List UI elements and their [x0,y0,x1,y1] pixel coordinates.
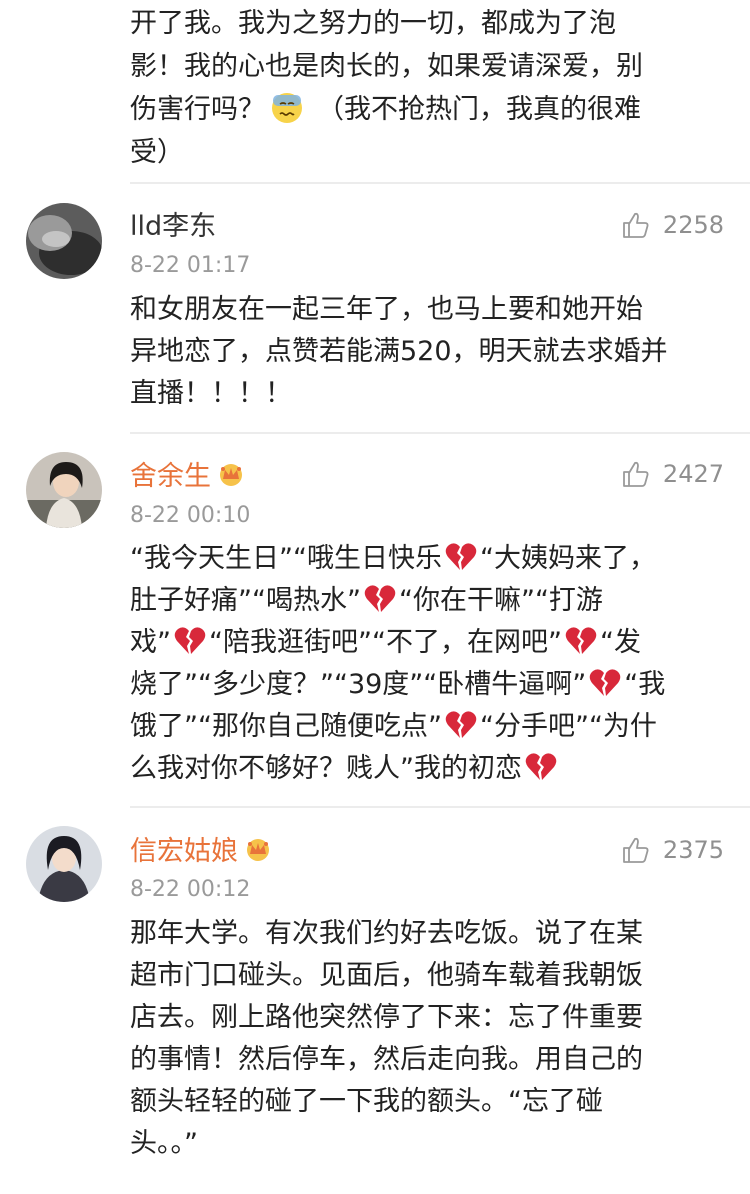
comment-line: 肚子好痛”“喝热水” “你在干嘛”“打游 [130,580,730,622]
avatar[interactable] [26,826,102,902]
username[interactable]: 信宏姑娘 [130,835,272,869]
thumbs-up-icon [623,212,649,238]
comment-text-segment: 么我对你不够好？贱人”我的初恋 [130,753,522,784]
avatar-image [26,203,102,279]
comment-line: 和女朋友在一起三年了，也马上要和她开始 [130,294,643,325]
like-button[interactable]: 2258 [621,208,724,242]
comment-line: 异地恋了，点赞若能满520，明天就去求婚并 [130,336,668,367]
sweat-face-icon [272,93,302,123]
comment-text-segment: “我今天生日”“哦生日快乐 [130,543,442,574]
previous-comment-line: 受） [130,137,184,168]
vip-crown-icon [247,839,269,861]
comment-divider [130,182,750,184]
broken-heart-icon [174,627,206,654]
comment-line: 戏” “陪我逛街吧”“不了，在网吧” “发 [130,622,730,664]
like-button[interactable]: 2427 [621,457,724,491]
broken-heart-icon [590,669,621,696]
comment-line: 那年大学。有次我们约好去吃饭。说了在某 [130,918,643,949]
previous-comment-line-part: 伤害行吗？ [130,94,265,125]
broken-heart-icon [445,543,477,570]
broken-heart-icon [525,753,557,780]
username-text: 信宏姑娘 [130,836,238,867]
username-text: 舍余生 [130,461,211,492]
like-count: 2258 [662,211,724,239]
thumbs-up-icon [623,837,649,863]
like-count: 2427 [662,460,724,488]
previous-comment-text: 开了我。我为之努力的一切，都成为了泡 影！我的心也是肉长的，如果爱请深爱，别 伤… [130,2,730,174]
comment-divider [130,806,750,808]
comment-text-segment: “分手吧”“为什 [479,711,657,742]
comment-line: 的事情！然后停车，然后走向我。用自己的 [130,1044,643,1075]
comment-line: 饿了”“那你自己随便吃点” “分手吧”“为什 [130,706,730,748]
broken-heart-icon [565,627,597,654]
like-button[interactable]: 2375 [621,833,724,867]
comment-line: 额头轻轻的碰了一下我的额头。“忘了碰 [130,1086,603,1117]
avatar[interactable] [26,452,102,528]
comment-text-segment: 烧了”“多少度？”“39度”“卧槽牛逼啊” [130,669,587,700]
thumbs-up-icon [623,461,649,487]
broken-heart-icon [445,711,477,738]
comment-line: 么我对你不够好？贱人”我的初恋 [130,748,730,790]
like-count: 2375 [662,836,724,864]
comment-text: 那年大学。有次我们约好去吃饭。说了在某 超市门口碰头。见面后，他骑车载着我朝饭 … [130,913,730,1165]
avatar-image [26,452,102,528]
comment-text-segment: “陪我逛街吧”“不了，在网吧” [209,627,562,658]
comment-text-segment: “你在干嘛”“打游 [398,585,603,616]
comment-text-segment: 肚子好痛”“喝热水” [130,585,361,616]
previous-comment-line: 开了我。我为之努力的一切，都成为了泡 [130,8,616,39]
avatar-image [26,826,102,902]
comment-line: 直播！！！！ [130,378,292,409]
comment-time: 8-22 01:17 [130,253,251,278]
comment-line: 超市门口碰头。见面后，他骑车载着我朝饭 [130,960,643,991]
comment-text: “我今天生日”“哦生日快乐 “大姨妈来了， 肚子好痛”“喝热水” “你在干嘛”“打游戏… [130,538,730,790]
comment-text-segment: “大姨妈来了， [479,543,656,574]
comment-line: 烧了”“多少度？”“39度”“卧槽牛逼啊” “我 [130,664,730,706]
username[interactable]: lld李东 [130,210,216,244]
previous-comment-line-part: （我不抢热门，我真的很难 [317,94,641,125]
avatar[interactable] [26,203,102,279]
comment-text-segment: 饿了”“那你自己随便吃点” [130,711,442,742]
vip-crown-icon [220,464,242,486]
comment-line: 店去。刚上路他突然停了下来：忘了件重要 [130,1002,643,1033]
comment-time: 8-22 00:10 [130,503,251,528]
previous-comment-line: 影！我的心也是肉长的，如果爱请深爱，别 [130,51,643,82]
comment-line: “我今天生日”“哦生日快乐 “大姨妈来了， [130,538,730,580]
comment-text-segment: “我 [624,669,666,700]
comment-text-segment: “发 [599,627,641,658]
comment-divider [130,432,750,434]
previous-comment-line: 伤害行吗？ （我不抢热门，我真的很难 [130,88,730,131]
broken-heart-icon [364,585,396,612]
comment-time: 8-22 00:12 [130,877,251,902]
username[interactable]: 舍余生 [130,460,245,494]
comment-text: 和女朋友在一起三年了，也马上要和她开始 异地恋了，点赞若能满520，明天就去求婚… [130,289,730,415]
comment-line: 头。。” [130,1128,198,1159]
comment-text-segment: 戏” [130,627,171,658]
